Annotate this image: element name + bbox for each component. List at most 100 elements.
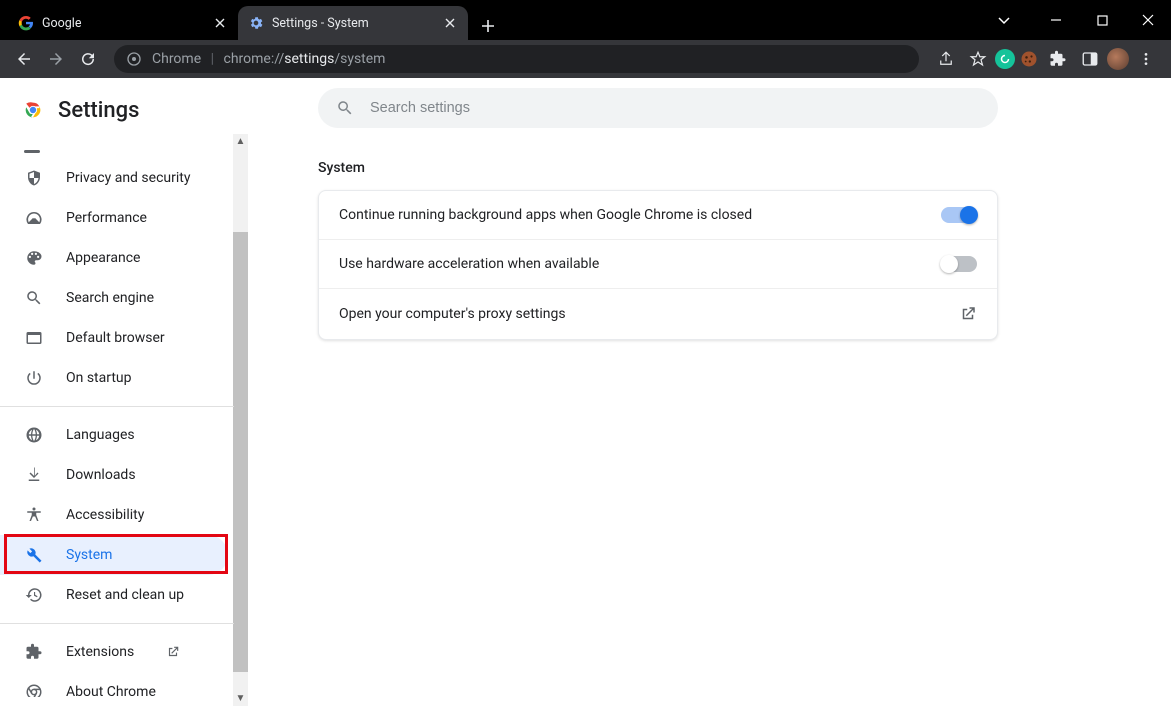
puzzle-icon <box>24 642 44 662</box>
window-maximize-button[interactable] <box>1079 5 1125 35</box>
sidebar-item-about[interactable]: About Chrome <box>0 672 228 697</box>
toggle-background-apps[interactable] <box>941 207 977 223</box>
sidebar-item-accessibility[interactable]: Accessibility <box>0 495 228 535</box>
sidebar-item-label: Downloads <box>66 467 136 483</box>
window-controls <box>981 0 1171 40</box>
speedometer-icon <box>24 208 44 228</box>
address-origin-label: Chrome <box>152 51 201 67</box>
sidebar-item-privacy[interactable]: Privacy and security <box>0 158 228 198</box>
tab-settings-system[interactable]: Settings - System <box>238 6 468 40</box>
sidebar-item-label: Languages <box>66 427 135 443</box>
nav-back-button[interactable] <box>10 45 38 73</box>
shield-icon <box>24 168 44 188</box>
browser-window-icon <box>24 328 44 348</box>
address-scheme: chrome:// <box>224 51 285 67</box>
sidebar-item-label: On startup <box>66 370 132 386</box>
chrome-outline-icon <box>24 682 44 697</box>
chrome-logo-icon <box>22 99 44 121</box>
sidebar-list: Privacy and security Performance Appeara… <box>0 138 248 697</box>
palette-icon <box>24 248 44 268</box>
new-tab-button[interactable] <box>474 12 502 40</box>
row-label: Open your computer's proxy settings <box>339 306 566 322</box>
sidebar-item-label: Extensions <box>66 644 134 660</box>
sidebar-item-label: Reset and clean up <box>66 587 184 603</box>
settings-brand: Settings <box>0 82 248 138</box>
sidebar-item-system[interactable]: System <box>0 535 228 575</box>
settings-favicon-icon <box>248 15 264 31</box>
settings-title: Settings <box>58 98 139 123</box>
sidebar-item-downloads[interactable]: Downloads <box>0 455 228 495</box>
settings-search-input[interactable] <box>368 99 980 117</box>
sidebar-item-label: Privacy and security <box>66 170 190 186</box>
profile-avatar-button[interactable] <box>1107 48 1129 70</box>
sidebar-item-on-startup[interactable]: On startup <box>0 358 228 398</box>
share-button[interactable] <box>931 45 961 73</box>
system-settings-card: Continue running background apps when Go… <box>318 190 998 340</box>
sidebar-item-label: About Chrome <box>66 684 156 697</box>
row-background-apps: Continue running background apps when Go… <box>319 191 997 240</box>
sidebar-item-search-engine[interactable]: Search engine <box>0 278 228 318</box>
tab-google[interactable]: Google <box>8 6 238 40</box>
sidebar-item-label: Default browser <box>66 330 165 346</box>
extension-grammarly-icon[interactable] <box>995 49 1015 69</box>
tab-close-icon[interactable] <box>212 15 228 31</box>
site-info-icon[interactable] <box>126 51 142 67</box>
toggle-hardware-acceleration[interactable] <box>941 256 977 272</box>
sidebar-item-appearance[interactable]: Appearance <box>0 238 228 278</box>
row-proxy-settings[interactable]: Open your computer's proxy settings <box>319 289 997 339</box>
accessibility-icon <box>24 505 44 525</box>
wrench-icon <box>24 545 44 565</box>
power-icon <box>24 368 44 388</box>
extension-cookie-icon[interactable] <box>1017 47 1041 71</box>
google-favicon-icon <box>18 15 34 31</box>
row-label: Continue running background apps when Go… <box>339 207 752 223</box>
chrome-menu-button[interactable] <box>1131 45 1161 73</box>
tab-settings-title: Settings - System <box>272 16 434 31</box>
bookmark-button[interactable] <box>963 45 993 73</box>
sidebar-item-label: Performance <box>66 210 147 226</box>
open-external-icon <box>166 645 180 659</box>
row-hardware-acceleration: Use hardware acceleration when available <box>319 240 997 289</box>
browser-toolbar: Chrome | chrome://settings/system <box>0 40 1171 78</box>
sidebar-separator <box>0 623 234 624</box>
window-titlebar: Google Settings - System <box>0 0 1171 40</box>
tab-google-title: Google <box>42 16 204 31</box>
sidebar-item-label: Search engine <box>66 290 154 306</box>
open-external-icon <box>959 305 977 323</box>
search-icon <box>24 288 44 308</box>
search-icon <box>336 99 354 117</box>
tab-strip: Google Settings - System <box>0 0 502 40</box>
sidebar-item-default-browser[interactable]: Default browser <box>0 318 228 358</box>
restore-icon <box>24 585 44 605</box>
tab-close-icon[interactable] <box>442 15 458 31</box>
section-title-system: System <box>318 160 365 176</box>
sidebar-item-label: Accessibility <box>66 507 144 523</box>
window-close-button[interactable] <box>1125 5 1171 35</box>
address-bar[interactable]: Chrome | chrome://settings/system <box>114 45 919 73</box>
address-bar-text: Chrome | chrome://settings/system <box>152 51 385 67</box>
nav-forward-button[interactable] <box>42 45 70 73</box>
sidebar-separator <box>0 406 234 407</box>
download-icon <box>24 465 44 485</box>
row-label: Use hardware acceleration when available <box>339 256 599 272</box>
sidebar-item-label: System <box>66 547 112 563</box>
toolbar-right <box>931 45 1161 73</box>
sidebar-item-reset[interactable]: Reset and clean up <box>0 575 228 615</box>
window-minimize-button[interactable] <box>1033 5 1079 35</box>
address-path-tail: /system <box>334 51 385 67</box>
side-panel-button[interactable] <box>1075 45 1105 73</box>
sidebar-item-label: Appearance <box>66 250 140 266</box>
sidebar-item-extensions[interactable]: Extensions <box>0 632 228 672</box>
settings-main: System Continue running background apps … <box>248 78 1171 707</box>
sidebar-item-languages[interactable]: Languages <box>0 415 228 455</box>
settings-sidebar: Settings ▲ ▼ Privacy and security Perfor… <box>0 78 248 707</box>
globe-icon <box>24 425 44 445</box>
settings-search[interactable] <box>318 88 998 128</box>
truncated-item-icon <box>24 150 40 153</box>
settings-page: Settings ▲ ▼ Privacy and security Perfor… <box>0 78 1171 707</box>
nav-reload-button[interactable] <box>74 45 102 73</box>
sidebar-item-performance[interactable]: Performance <box>0 198 228 238</box>
address-path-bold: settings <box>284 51 334 67</box>
tab-search-button[interactable] <box>981 5 1027 35</box>
extensions-button[interactable] <box>1043 45 1073 73</box>
